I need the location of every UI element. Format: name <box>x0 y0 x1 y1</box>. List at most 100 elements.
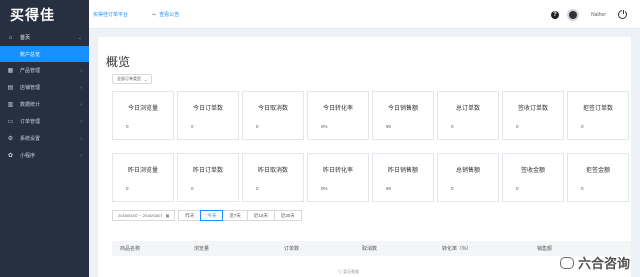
stat-label: 昨日取消数 <box>257 168 288 174</box>
stat-label: 昨日销售额 <box>387 168 418 174</box>
order-type-select[interactable]: 全部订单类型 ⌄ <box>112 74 153 84</box>
stat-card: 签收金额 0 <box>502 153 564 202</box>
range-button[interactable]: 近30天 <box>273 210 302 221</box>
stat-card: 昨日销售额 ¥0 <box>372 153 434 202</box>
range-buttons: 昨天 今天 近7天 近15天 近30天 <box>178 210 302 221</box>
stat-label: 今日浏览量 <box>127 106 158 112</box>
date-range-value: 2018/03/07 ~ 2018/03/07 <box>118 213 163 218</box>
sidebar-item-label: 数据统计 <box>20 102 41 108</box>
today-stats: 今日浏览量 0 今日订单数 0 今日取消数 0 今日转化率 0% 今日销售额 ¥0 总订单数 0 签收订… <box>112 91 629 140</box>
stat-card: 签收订单数 0 <box>502 91 564 140</box>
stat-label: 昨日订单数 <box>192 168 223 174</box>
stat-label: 拒签金额 <box>585 168 610 174</box>
stat-value: 0 <box>126 186 129 191</box>
sidebar-item-label: 订单管理 <box>20 119 41 125</box>
stat-value: 0 <box>516 186 519 191</box>
overview-panel: 概览 全部订单类型 ⌄ 今日浏览量 0 今日订单数 0 今日取消数 0 今日转化率 0% 今日销… <box>98 37 631 277</box>
stat-value: 0 <box>581 186 584 191</box>
username: Nather <box>590 11 606 18</box>
sidebar-item-6[interactable]: ✿ 小程序 › <box>0 147 89 164</box>
table-header: 商品名称 浏览量 订单数 取消数 转化率（%） 销售额 <box>112 241 631 256</box>
yesterday-stats: 昨日浏览量 0 昨日订单数 0 昨日取消数 0 昨日转化率 0% 昨日销售额 ¥0 总销售额 0 签收金… <box>112 153 629 202</box>
stat-card: 今日取消数 0 <box>242 91 304 140</box>
stat-card: 拒签订单数 0 <box>567 91 629 140</box>
stat-value: 0 <box>451 124 454 129</box>
watermark: 六合咨询 <box>559 253 630 272</box>
order-type-select-value: 全部订单类型 <box>117 76 141 81</box>
sidebar-item-3[interactable]: ▥ 数据统计 › <box>0 96 89 113</box>
chevron-right-icon: › <box>80 101 82 108</box>
stat-card: 总订单数 0 <box>437 91 499 140</box>
stat-card: 今日销售额 ¥0 <box>372 91 434 140</box>
announcement-link[interactable]: 查看公告 <box>159 12 179 18</box>
stat-label: 昨日浏览量 <box>127 168 158 174</box>
chevron-right-icon: › <box>80 135 82 142</box>
chevron-right-icon: › <box>80 67 82 74</box>
stat-value: ¥0 <box>386 124 392 129</box>
stat-label: 总订单数 <box>455 106 480 112</box>
stat-label: 今日取消数 <box>257 106 288 112</box>
stat-value: 0% <box>321 186 328 191</box>
stat-card: 昨日订单数 0 <box>177 153 239 202</box>
settings-icon: ⚙ <box>7 136 14 142</box>
sidebar-item-label: 产品管理 <box>20 68 41 74</box>
avatar[interactable] <box>566 8 579 21</box>
sidebar-item-4[interactable]: ▭ 订单管理 › <box>0 113 89 130</box>
stat-value: 0 <box>516 124 519 129</box>
stat-value: 0 <box>581 124 584 129</box>
stat-label: 昨日转化率 <box>322 168 353 174</box>
stat-value: 0% <box>321 124 328 129</box>
date-range-picker[interactable]: 2018/03/07 ~ 2018/03/07 ▦ <box>112 210 176 221</box>
stat-label: 总销售额 <box>455 168 480 174</box>
column-header: 销售额 <box>537 246 553 252</box>
column-header: 浏览量 <box>194 246 210 252</box>
stat-card: 拒签金额 0 <box>567 153 629 202</box>
stat-card: 总销售额 0 <box>437 153 499 202</box>
logout-icon[interactable] <box>618 9 627 19</box>
stat-card: 昨日取消数 0 <box>242 153 304 202</box>
breadcrumb-announcement[interactable]: ⇨ 查看公告 <box>149 11 179 18</box>
order-icon: ▭ <box>7 119 14 125</box>
range-button[interactable]: 昨天 <box>178 210 202 221</box>
column-header: 订单数 <box>284 246 300 252</box>
sidebar-item-1[interactable]: ▦ 产品管理 › <box>0 62 89 79</box>
stat-value: 0 <box>451 186 454 191</box>
stat-value: 0 <box>256 186 259 191</box>
calendar-icon: ▦ <box>165 213 170 218</box>
column-header: 转化率（%） <box>442 246 472 252</box>
sidebar-subitem-account-overview[interactable]: 账户总览 <box>0 46 89 62</box>
range-button[interactable]: 今天 <box>200 210 224 221</box>
sidebar-item-5[interactable]: ⚙ 系统设置 › <box>0 130 89 147</box>
stat-value: 0 <box>191 124 194 129</box>
empty-text: 暂无数据 <box>343 269 360 274</box>
stat-value: 0 <box>256 124 259 129</box>
breadcrumb-platform[interactable]: 买得佳订单平台 <box>93 11 128 18</box>
sidebar-item-0[interactable]: ⌂ 首页 ⌄ <box>0 29 89 46</box>
miniprogram-icon: ✿ <box>7 153 14 159</box>
grid-icon: ▦ <box>7 68 14 74</box>
top-right-actions: ? Nather <box>550 0 640 29</box>
sidebar-item-label: 系统设置 <box>20 136 41 142</box>
wechat-icon <box>559 256 574 269</box>
home-icon: ⌂ <box>8 34 13 41</box>
stat-label: 拒签订单数 <box>582 106 613 112</box>
stat-label: 今日转化率 <box>322 106 353 112</box>
range-button[interactable]: 近15天 <box>246 210 275 221</box>
chevron-down-icon: ⌄ <box>77 34 82 41</box>
stat-card: 今日订单数 0 <box>177 91 239 140</box>
stat-label: 签收订单数 <box>517 106 548 112</box>
stat-card: 昨日浏览量 0 <box>112 153 174 202</box>
help-icon[interactable]: ? <box>550 10 559 19</box>
stat-card: 今日浏览量 0 <box>112 91 174 140</box>
stat-label: 今日销售额 <box>387 106 418 112</box>
range-button[interactable]: 近7天 <box>222 210 248 221</box>
stat-value: 0 <box>191 186 194 191</box>
stat-card: 今日转化率 0% <box>307 91 369 140</box>
column-header: 商品名称 <box>120 246 141 252</box>
top-bar: 买得佳订单平台 ⇨ 查看公告 ? Nather <box>89 0 640 29</box>
sidebar-item-2[interactable]: ▤ 店铺管理 › <box>0 79 89 96</box>
chevron-right-icon: › <box>80 152 82 159</box>
stat-label: 签收金额 <box>520 168 545 174</box>
empty-state: ⊙ 暂无数据 <box>338 269 359 275</box>
chevron-right-icon: › <box>80 84 82 91</box>
